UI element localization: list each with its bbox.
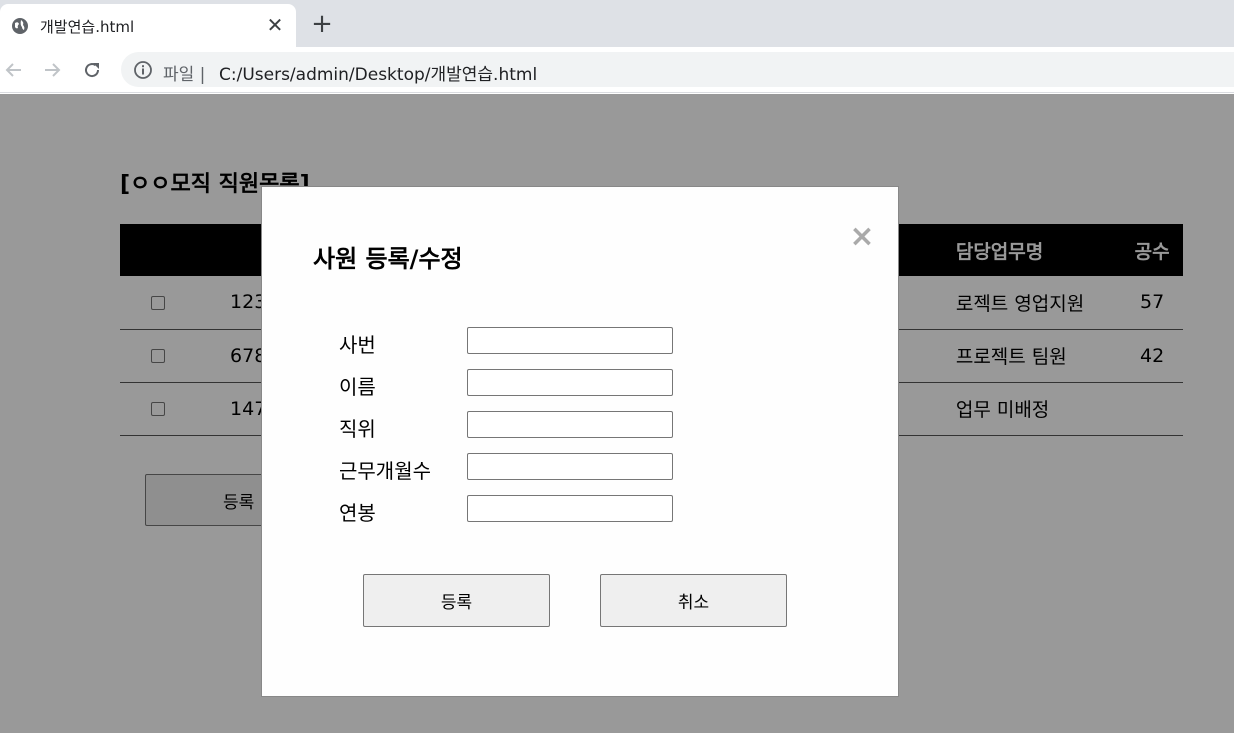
employee-modal: × 사원 등록/수정 사번 이름 직위 근무개월수 연봉 등록 취소 xyxy=(261,186,899,697)
months-input[interactable] xyxy=(467,453,673,480)
cancel-button[interactable]: 취소 xyxy=(600,574,787,627)
position-label: 직위 xyxy=(339,417,376,441)
browser-tab[interactable]: 개발연습.html ✕ xyxy=(0,4,296,47)
forward-arrow-icon[interactable] xyxy=(38,56,66,84)
reload-icon[interactable] xyxy=(78,56,106,84)
modal-title: 사원 등록/수정 xyxy=(313,245,463,273)
tab-close-icon[interactable]: ✕ xyxy=(264,14,286,36)
url-text[interactable]: C:/Users/admin/Desktop/개발연습.html xyxy=(219,60,537,85)
info-icon[interactable] xyxy=(133,60,153,80)
emp-no-label: 사번 xyxy=(339,333,376,357)
name-input[interactable] xyxy=(467,369,673,396)
name-label: 이름 xyxy=(339,375,376,399)
salary-label: 연봉 xyxy=(339,501,376,525)
browser-toolbar: 파일 | C:/Users/admin/Desktop/개발연습.html xyxy=(0,47,1234,93)
address-bar[interactable]: 파일 | C:/Users/admin/Desktop/개발연습.html xyxy=(121,52,1234,87)
scheme-label: 파일 | xyxy=(163,65,206,85)
tab-title: 개발연습.html xyxy=(40,18,135,36)
position-input[interactable] xyxy=(467,411,673,438)
close-icon[interactable]: × xyxy=(849,222,875,252)
submit-button[interactable]: 등록 xyxy=(363,574,550,627)
salary-input[interactable] xyxy=(467,495,673,522)
emp-no-input[interactable] xyxy=(467,327,673,354)
new-tab-icon[interactable]: + xyxy=(310,11,334,37)
globe-icon xyxy=(12,18,28,34)
browser-tab-strip: 개발연습.html ✕ + xyxy=(0,0,1234,47)
back-arrow-icon[interactable] xyxy=(0,56,28,84)
months-label: 근무개월수 xyxy=(339,459,431,483)
